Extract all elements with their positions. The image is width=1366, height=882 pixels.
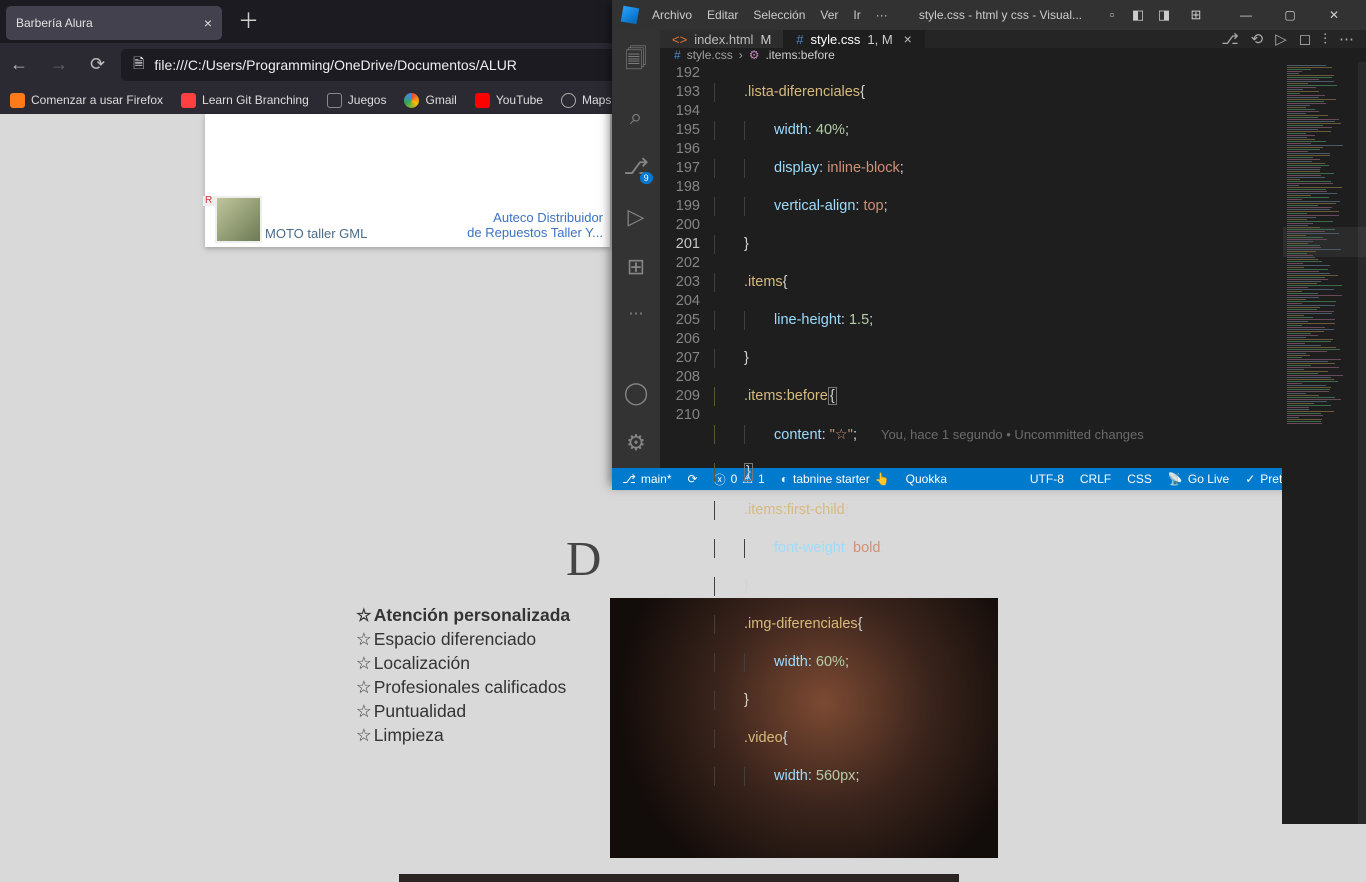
new-tab-button[interactable]: ＋: [238, 5, 259, 35]
page-heading: D: [566, 530, 601, 587]
browser-tab[interactable]: Barbería Alura ×: [6, 6, 222, 40]
bookmark-item[interactable]: Comenzar a usar Firefox: [10, 93, 163, 108]
close-tab-icon[interactable]: ×: [904, 31, 912, 47]
window-title: style.css - html y css - Visual...: [919, 8, 1082, 22]
list-item: Profesionales calificados: [356, 676, 570, 700]
bookmark-item[interactable]: Gmail: [404, 93, 456, 108]
menu-item[interactable]: Editar: [707, 8, 738, 22]
symbol-icon: ⚙: [749, 48, 760, 62]
page-info-icon[interactable]: 🗎: [133, 53, 144, 77]
menu-bar: Archivo Editar Selección Ver Ir ···: [652, 8, 888, 22]
compare-icon[interactable]: ⎇: [1221, 30, 1238, 48]
menu-item[interactable]: Archivo: [652, 8, 692, 22]
activity-bar: 🗐 ⌕ ⎇9 ▷ ⊞ ⋯ ◯ ⚙: [612, 30, 660, 468]
run-debug-icon[interactable]: ▷: [628, 204, 645, 230]
tab-modified: M: [760, 32, 771, 47]
split-icon[interactable]: ◻: [1299, 30, 1311, 48]
tab-actions: ⎇ ⟲ ▷ ◻ ⫶ ⋯: [1209, 30, 1366, 48]
list-item: Puntualidad: [356, 700, 570, 724]
map-embed[interactable]: R LA MOTO taller GML Auteco Distribuidor…: [205, 114, 610, 247]
layout-icon[interactable]: ▫: [1104, 7, 1120, 23]
run-icon[interactable]: ▷: [1275, 30, 1287, 48]
layout-controls: ▫ ◧ ◨ ⊞: [1104, 7, 1204, 23]
reload-button[interactable]: ⟳: [90, 54, 105, 75]
menu-item[interactable]: ···: [876, 8, 888, 22]
minimap[interactable]: [1282, 62, 1366, 824]
editor-tab-style-css[interactable]: # style.css 1, M ×: [784, 30, 925, 48]
bookmark-item[interactable]: Juegos: [327, 93, 387, 108]
list-item: Atención personalizada: [356, 604, 570, 628]
line-gutter: 1921931941951961971981992002012022032042…: [660, 62, 714, 824]
scm-badge: 9: [640, 172, 653, 184]
more-actions-icon[interactable]: ⋯: [1339, 30, 1354, 48]
map-poi-label[interactable]: Auteco Distribuidorde Repuestos Taller Y…: [467, 211, 603, 241]
editor-group: <> index.html M # style.css 1, M × ⎇ ⟲ ▷…: [660, 30, 1366, 468]
maximize-button[interactable]: ▢: [1268, 0, 1312, 30]
breadcrumb[interactable]: # style.css › ⚙ .items:before: [660, 48, 1366, 62]
minimize-button[interactable]: ―: [1224, 0, 1268, 30]
split-editor-icon[interactable]: ⫶: [1323, 31, 1327, 48]
explorer-icon[interactable]: 🗐: [625, 42, 647, 80]
url-text: file:///C:/Users/Programming/OneDrive/Do…: [154, 57, 517, 73]
layout-icon[interactable]: ◨: [1156, 7, 1172, 23]
video-strip: [399, 874, 959, 882]
close-tab-icon[interactable]: ×: [204, 15, 212, 31]
chevron-right-icon: ›: [739, 48, 743, 62]
breadcrumb-file[interactable]: style.css: [687, 48, 733, 62]
vscode-titlebar[interactable]: Archivo Editar Selección Ver Ir ··· styl…: [612, 0, 1366, 30]
more-icon[interactable]: ⋯: [629, 304, 644, 322]
html-file-icon: <>: [672, 32, 687, 47]
map-poi-label[interactable]: MOTO taller GML: [265, 226, 367, 241]
menu-item[interactable]: Ver: [820, 8, 838, 22]
forward-button[interactable]: →: [50, 54, 68, 75]
extensions-icon[interactable]: ⊞: [627, 254, 645, 280]
settings-gear-icon[interactable]: ⚙: [626, 430, 646, 456]
vscode-window: Archivo Editar Selección Ver Ir ··· styl…: [612, 0, 1366, 484]
list-item: Limpieza: [356, 724, 570, 748]
code-editor[interactable]: 1921931941951961971981992002012022032042…: [660, 62, 1366, 824]
git-blame-lens: You, hace 1 segundo • Uncommitted change…: [881, 427, 1144, 442]
breadcrumb-symbol[interactable]: .items:before: [765, 48, 834, 62]
tab-title: Barbería Alura: [16, 16, 93, 30]
source-control-icon[interactable]: ⎇9: [623, 154, 648, 180]
search-icon[interactable]: ⌕: [630, 104, 642, 130]
bookmark-item[interactable]: YouTube: [475, 93, 543, 108]
list-item: Localización: [356, 652, 570, 676]
back-button[interactable]: ←: [10, 54, 28, 75]
bookmark-item[interactable]: Maps: [561, 93, 611, 108]
bookmark-item[interactable]: Learn Git Branching: [181, 93, 309, 108]
layout-icon[interactable]: ⊞: [1188, 7, 1204, 23]
close-button[interactable]: ✕: [1312, 0, 1356, 30]
list-item: Espacio diferenciado: [356, 628, 570, 652]
css-file-icon: #: [796, 32, 803, 47]
menu-item[interactable]: Ir: [853, 8, 860, 22]
css-file-icon: #: [674, 48, 681, 62]
accounts-icon[interactable]: ◯: [624, 380, 649, 406]
code-lines[interactable]: .lista-diferenciales{ width: 40%; displa…: [714, 62, 1282, 824]
tab-modified: 1, M: [867, 32, 892, 47]
vscode-logo-icon: [621, 6, 640, 25]
menu-item[interactable]: Selección: [753, 8, 805, 22]
revert-icon[interactable]: ⟲: [1251, 30, 1264, 48]
features-list: Atención personalizada Espacio diferenci…: [356, 604, 570, 748]
tab-label: style.css: [811, 32, 861, 47]
editor-tab-index-html[interactable]: <> index.html M: [660, 30, 784, 48]
tab-label: index.html: [694, 32, 753, 47]
map-thumbnail: [215, 196, 262, 243]
layout-icon[interactable]: ◧: [1130, 7, 1146, 23]
editor-tabs: <> index.html M # style.css 1, M × ⎇ ⟲ ▷…: [660, 30, 1366, 48]
